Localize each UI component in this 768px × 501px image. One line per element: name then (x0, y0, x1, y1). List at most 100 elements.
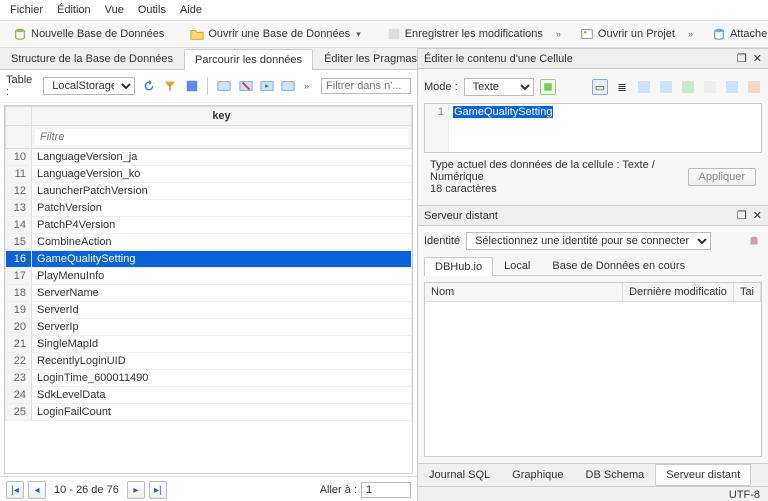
table-row[interactable]: 20ServerIp (6, 319, 412, 336)
save-button[interactable]: Enregistrer les modifications (380, 24, 550, 44)
attach-db-button[interactable]: Attacher une Base de Données (705, 24, 768, 44)
print-icon[interactable] (746, 79, 762, 95)
menu-file[interactable]: Fichier (10, 4, 43, 16)
identity-select[interactable]: Sélectionnez une identité pour se connec… (466, 232, 711, 250)
null-icon[interactable] (702, 79, 718, 95)
text-view-icon[interactable]: ▭ (592, 79, 608, 95)
table-row[interactable]: 11LanguageVersion_ko (6, 166, 412, 183)
filter-input[interactable] (321, 78, 411, 94)
menu-tools[interactable]: Outils (138, 4, 166, 16)
manage-identity-icon[interactable] (746, 233, 762, 249)
remote-tab-dbhub[interactable]: DBHub.io (424, 257, 493, 276)
menu-view[interactable]: Vue (105, 4, 124, 16)
apply-button[interactable]: Appliquer (688, 168, 756, 186)
menu-edit[interactable]: Édition (57, 4, 91, 16)
undock-icon[interactable]: ❐ (737, 209, 747, 222)
overflow-icon[interactable]: » (688, 29, 693, 39)
remote-tab-local[interactable]: Local (493, 256, 541, 275)
goto-row-icon[interactable] (259, 78, 274, 94)
cell-editor[interactable]: 1 GameQualitySetting (424, 103, 762, 153)
import-icon[interactable] (636, 79, 652, 95)
remote-col-size[interactable]: Tai (734, 283, 761, 301)
table-row[interactable]: 24SdkLevelData (6, 387, 412, 404)
btab-graphic[interactable]: Graphique (501, 464, 574, 486)
close-icon[interactable]: ✕ (753, 52, 762, 65)
cell-value[interactable]: RecentlyLoginUID (32, 353, 412, 370)
mode-select[interactable]: Texte (464, 78, 534, 96)
cell-value[interactable]: ServerIp (32, 319, 412, 336)
table-row[interactable]: 19ServerId (6, 302, 412, 319)
table-row[interactable]: 15CombineAction (6, 234, 412, 251)
table-row[interactable]: 25LoginFailCount (6, 404, 412, 421)
table-row[interactable]: 17PlayMenuInfo (6, 268, 412, 285)
table-row[interactable]: 12LauncherPatchVersion (6, 183, 412, 200)
cell-value[interactable]: ServerName (32, 285, 412, 302)
tab-structure[interactable]: Structure de la Base de Données (0, 48, 184, 69)
next-page-button[interactable]: ▸ (127, 481, 145, 499)
btab-remote[interactable]: Serveur distant (655, 464, 751, 486)
save-icon (387, 27, 401, 41)
new-db-button[interactable]: Nouvelle Base de Données (6, 24, 171, 44)
remote-col-modified[interactable]: Dernière modificatio (623, 283, 734, 301)
cell-value[interactable]: CombineAction (32, 234, 412, 251)
cell-value[interactable]: SingleMapId (32, 336, 412, 353)
clear-filter-icon[interactable] (163, 78, 178, 94)
open-project-button[interactable]: Ouvrir un Projet (573, 24, 682, 44)
row-number: 12 (6, 183, 32, 200)
tab-pragmas[interactable]: Éditer les Pragmas (313, 48, 428, 69)
refresh-icon[interactable] (141, 78, 156, 94)
row-number: 25 (6, 404, 32, 421)
remote-tab-current[interactable]: Base de Données en cours (541, 256, 696, 275)
export-file-icon[interactable] (658, 79, 674, 95)
auto-mode-icon[interactable] (540, 79, 556, 95)
tab-browse[interactable]: Parcourir les données (184, 49, 313, 70)
table-row[interactable]: 21SingleMapId (6, 336, 412, 353)
copy-icon[interactable] (724, 79, 740, 95)
remote-col-name[interactable]: Nom (425, 283, 623, 301)
row-number: 15 (6, 234, 32, 251)
column-filter-input[interactable] (35, 129, 408, 145)
last-page-button[interactable]: ▸| (149, 481, 167, 499)
undock-icon[interactable]: ❐ (737, 52, 747, 65)
cell-value[interactable]: PatchVersion (32, 200, 412, 217)
first-page-button[interactable]: |◂ (6, 481, 24, 499)
cell-value[interactable]: LoginFailCount (32, 404, 412, 421)
btab-journal[interactable]: Journal SQL (418, 464, 501, 486)
overflow-icon[interactable]: » (304, 81, 309, 91)
table-row[interactable]: 18ServerName (6, 285, 412, 302)
cell-value[interactable]: PlayMenuInfo (32, 268, 412, 285)
cell-value[interactable]: LauncherPatchVersion (32, 183, 412, 200)
overflow-icon[interactable]: » (556, 29, 561, 39)
insert-row-icon[interactable] (216, 78, 231, 94)
cell-value[interactable]: LanguageVersion_ja (32, 149, 412, 166)
goto-input[interactable] (361, 482, 411, 498)
save-filter-icon[interactable] (184, 78, 199, 94)
table-select[interactable]: LocalStorage (43, 77, 135, 95)
table-row[interactable]: 13PatchVersion (6, 200, 412, 217)
save-cell-icon[interactable] (680, 79, 696, 95)
cell-value[interactable]: SdkLevelData (32, 387, 412, 404)
cell-value[interactable]: ServerId (32, 302, 412, 319)
table-toolbar: Table : LocalStorage » (0, 70, 417, 103)
list-view-icon[interactable]: ≣ (614, 79, 630, 95)
data-grid[interactable]: key 10LanguageVersion_ja11LanguageVersio… (4, 105, 413, 474)
menu-help[interactable]: Aide (180, 4, 202, 16)
table-row[interactable]: 14PatchP4Version (6, 217, 412, 234)
btab-schema[interactable]: DB Schema (575, 464, 656, 486)
table-row[interactable]: 10LanguageVersion_ja (6, 149, 412, 166)
cell-value[interactable]: PatchP4Version (32, 217, 412, 234)
table-row[interactable]: 23LoginTime_600011490 (6, 370, 412, 387)
close-icon[interactable]: ✕ (753, 209, 762, 222)
open-db-button[interactable]: Ouvrir une Base de Données ▾ (183, 24, 367, 44)
table-row[interactable]: 22RecentlyLoginUID (6, 353, 412, 370)
line-gutter: 1 (425, 104, 449, 152)
export-icon[interactable] (281, 78, 296, 94)
column-header-key[interactable]: key (32, 107, 412, 126)
cell-value[interactable]: LanguageVersion_ko (32, 166, 412, 183)
table-row[interactable]: 16GameQualitySetting (6, 251, 412, 268)
cell-value[interactable]: GameQualitySetting (32, 251, 412, 268)
delete-row-icon[interactable] (238, 78, 253, 94)
remote-table[interactable]: Nom Dernière modificatio Tai (424, 282, 762, 457)
cell-value[interactable]: LoginTime_600011490 (32, 370, 412, 387)
prev-page-button[interactable]: ◂ (28, 481, 46, 499)
